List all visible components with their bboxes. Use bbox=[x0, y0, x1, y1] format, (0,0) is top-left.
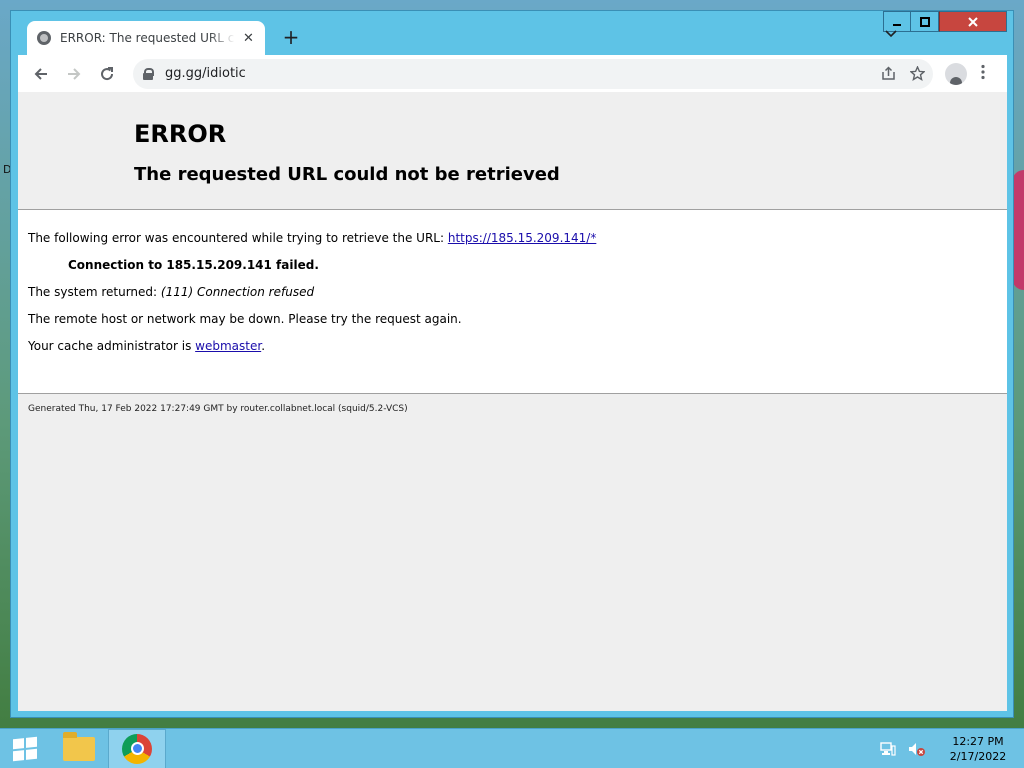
close-icon bbox=[968, 16, 978, 27]
tab-search-button[interactable] bbox=[885, 27, 897, 41]
clock[interactable]: 12:27 PM 2/17/2022 bbox=[938, 734, 1018, 764]
tab-title: ERROR: The requested URL could not be re… bbox=[60, 31, 235, 45]
cache-admin-label: Your cache administrator is bbox=[28, 339, 196, 353]
windows-logo-icon bbox=[13, 736, 37, 761]
globe-icon bbox=[37, 31, 51, 45]
address-bar[interactable]: gg.gg/idiotic bbox=[133, 58, 933, 89]
profile-avatar-button[interactable] bbox=[945, 62, 967, 85]
clock-time: 12:27 PM bbox=[952, 735, 1004, 748]
lock-icon[interactable] bbox=[143, 67, 154, 80]
maximize-icon bbox=[919, 16, 930, 27]
taskbar-file-explorer[interactable] bbox=[50, 729, 108, 768]
connection-failed-text: Connection to 185.15.209.141 failed. bbox=[68, 258, 319, 272]
minimize-icon bbox=[893, 23, 901, 26]
tab-close-button[interactable]: ✕ bbox=[243, 31, 254, 46]
person-icon bbox=[950, 76, 962, 85]
new-tab-button[interactable]: + bbox=[279, 25, 303, 49]
page-viewport: ERROR The requested URL could not be ret… bbox=[18, 92, 1007, 711]
more-vertical-icon bbox=[981, 64, 985, 79]
folder-icon bbox=[63, 731, 95, 761]
reload-icon bbox=[101, 66, 114, 80]
bookmark-star-icon[interactable] bbox=[910, 66, 925, 81]
chevron-down-icon bbox=[885, 30, 897, 38]
taskbar: 12:27 PM 2/17/2022 bbox=[0, 728, 1024, 768]
taskbar-chrome[interactable] bbox=[108, 728, 166, 768]
system-returned-label: The system returned: bbox=[28, 285, 161, 299]
reload-button[interactable] bbox=[92, 59, 122, 89]
volume-muted-icon[interactable] bbox=[908, 742, 926, 756]
error-line-prefix: The following error was encountered whil… bbox=[28, 231, 448, 245]
start-button[interactable] bbox=[0, 729, 50, 768]
page-title: ERROR bbox=[134, 120, 227, 148]
browser-window: ERROR: The requested URL could not be re… bbox=[10, 10, 1014, 718]
forward-button[interactable] bbox=[59, 59, 89, 89]
error-header: ERROR The requested URL could not be ret… bbox=[18, 92, 1007, 209]
system-returned-value: (111) Connection refused bbox=[160, 285, 315, 299]
close-window-button[interactable] bbox=[939, 11, 1007, 32]
network-icon[interactable] bbox=[880, 742, 896, 756]
generated-footer: Generated Thu, 17 Feb 2022 17:27:49 GMT … bbox=[18, 394, 1007, 424]
browser-toolbar: gg.gg/idiotic bbox=[18, 55, 1007, 92]
webmaster-link[interactable]: webmaster bbox=[195, 339, 261, 353]
remote-host-message: The remote host or network may be down. … bbox=[28, 312, 462, 326]
share-icon[interactable] bbox=[881, 66, 896, 81]
error-description: The following error was encountered whil… bbox=[28, 231, 997, 245]
cache-admin-suffix: . bbox=[261, 339, 266, 353]
url-text[interactable]: gg.gg/idiotic bbox=[165, 66, 246, 81]
page-subtitle: The requested URL could not be retrieved bbox=[134, 164, 560, 185]
window-caption-buttons bbox=[883, 11, 1007, 33]
tab-active[interactable]: ERROR: The requested URL could not be re… bbox=[27, 21, 265, 55]
error-body: The following error was encountered whil… bbox=[18, 210, 1007, 393]
clock-date: 2/17/2022 bbox=[949, 750, 1007, 763]
cache-admin-line: Your cache administrator is webmaster. bbox=[28, 339, 997, 353]
arrow-right-icon bbox=[68, 67, 81, 80]
system-returned: The system returned: (111) Connection re… bbox=[28, 285, 997, 299]
maximize-button[interactable] bbox=[911, 11, 939, 32]
back-button[interactable] bbox=[26, 59, 56, 89]
system-tray: 12:27 PM 2/17/2022 bbox=[880, 729, 1024, 768]
chrome-icon bbox=[122, 733, 152, 764]
browser-menu-button[interactable] bbox=[981, 64, 985, 84]
omnibox-actions bbox=[881, 66, 925, 81]
arrow-left-icon bbox=[34, 67, 47, 80]
error-url-link[interactable]: https://185.15.209.141/* bbox=[448, 231, 596, 245]
